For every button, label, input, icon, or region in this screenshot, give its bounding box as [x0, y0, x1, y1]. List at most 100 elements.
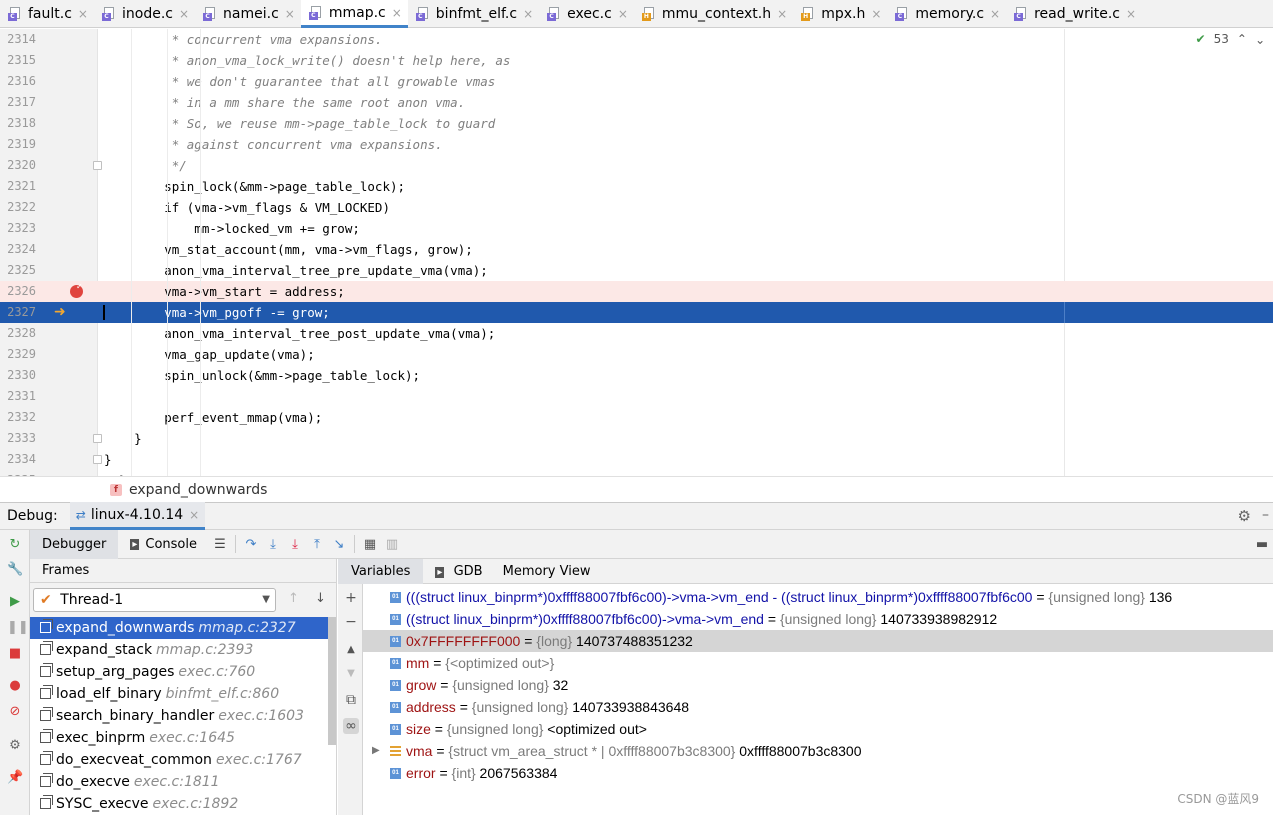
- line-number[interactable]: 2317: [0, 92, 36, 113]
- view-breakpoints-icon[interactable]: ●: [7, 678, 23, 694]
- line-number[interactable]: 2327: [0, 302, 36, 323]
- debug-session-tab[interactable]: ⇄ linux-4.10.14 ×: [69, 502, 206, 530]
- stack-frame[interactable]: do_execve exec.c:1811: [30, 771, 336, 793]
- line-number[interactable]: 2328: [0, 323, 36, 344]
- line-number[interactable]: 2334: [0, 449, 36, 470]
- tab-console[interactable]: ▸ Console: [118, 530, 209, 559]
- copy-icon[interactable]: ⧉: [343, 692, 359, 708]
- move-down-icon[interactable]: ▼: [343, 666, 359, 682]
- variable-row[interactable]: 01 address = {unsigned long} 140733938843…: [363, 696, 1273, 718]
- tab-namei-c[interactable]: Cnamei.c ×: [195, 0, 301, 28]
- line-number[interactable]: 2320: [0, 155, 36, 176]
- variable-row[interactable]: 01 0x7FFFFFFFF000 = {long} 14073748835123…: [363, 630, 1273, 652]
- code-line[interactable]: 2332 perf_event_mmap(vma);: [0, 407, 1273, 428]
- wrench-icon[interactable]: 🔧: [7, 562, 23, 578]
- stack-frame[interactable]: setup_arg_pages exec.c:760: [30, 661, 336, 683]
- restore-layout-icon[interactable]: ▬: [1251, 533, 1273, 555]
- pause-icon[interactable]: ❚❚: [7, 620, 29, 636]
- frame-up-icon[interactable]: ↑: [288, 591, 299, 606]
- step-into-icon[interactable]: ⤓: [262, 533, 284, 555]
- tab-binfmt-elf-c[interactable]: Cbinfmt_elf.c ×: [408, 0, 539, 28]
- code-line[interactable]: 2328 anon_vma_interval_tree_post_update_…: [0, 323, 1273, 344]
- code-line[interactable]: 2316 * we don't guarantee that all growa…: [0, 71, 1273, 92]
- line-number[interactable]: 2333: [0, 428, 36, 449]
- line-number[interactable]: 2315: [0, 50, 36, 71]
- thread-selector[interactable]: ✔ Thread-1 ▼: [33, 588, 276, 612]
- breakpoint-icon[interactable]: ✓: [70, 282, 83, 298]
- variable-row[interactable]: ▶ vma = {struct vm_area_struct * | 0xffff…: [363, 740, 1273, 762]
- add-watch-icon[interactable]: +: [343, 590, 359, 606]
- variable-row[interactable]: 01 size = {unsigned long} <optimized out>: [363, 718, 1273, 740]
- line-number[interactable]: 2318: [0, 113, 36, 134]
- tab-debugger[interactable]: Debugger: [30, 529, 119, 559]
- tab-inode-c[interactable]: Cinode.c ×: [94, 0, 195, 28]
- code-line[interactable]: 2323 mm->locked_vm += grow;: [0, 218, 1273, 239]
- tab-exec-c[interactable]: Cexec.c ×: [539, 0, 634, 28]
- variable-row[interactable]: 01 grow = {unsigned long} 32: [363, 674, 1273, 696]
- code-line[interactable]: 2330 spin_unlock(&mm->page_table_lock);: [0, 365, 1273, 386]
- line-number[interactable]: 2326: [0, 281, 36, 302]
- tab-mmap-c[interactable]: Cmmap.c ×: [300, 0, 408, 28]
- stack-frame[interactable]: exec_binprm exec.c:1645: [30, 727, 336, 749]
- close-icon[interactable]: ×: [179, 7, 189, 21]
- line-number[interactable]: 2325: [0, 260, 36, 281]
- settings-icon[interactable]: ⚙: [7, 738, 23, 754]
- close-icon[interactable]: ×: [871, 7, 881, 21]
- move-up-icon[interactable]: ▲: [343, 642, 359, 658]
- code-line[interactable]: 2327 ➜ vma->vm_pgoff -= grow;: [0, 302, 1273, 323]
- line-number[interactable]: 2324: [0, 239, 36, 260]
- stack-frame[interactable]: expand_downwards mmap.c:2327: [30, 617, 336, 639]
- line-number[interactable]: 2331: [0, 386, 36, 407]
- expand-arrow-icon[interactable]: ▶: [372, 740, 380, 762]
- tab-mmu-context-h[interactable]: Hmmu_context.h ×: [634, 0, 793, 28]
- breadcrumb-function[interactable]: expand_downwards: [129, 482, 267, 498]
- code-line[interactable]: 2324 vm_stat_account(mm, vma->vm_flags, …: [0, 239, 1273, 260]
- stop-icon[interactable]: ■: [7, 646, 23, 662]
- fold-marker-icon[interactable]: [93, 455, 102, 464]
- line-number[interactable]: 2323: [0, 218, 36, 239]
- code-line[interactable]: 2333 }: [0, 428, 1273, 449]
- variable-row[interactable]: 01 mm = {<optimized out>}: [363, 652, 1273, 674]
- code-line[interactable]: 2318 * So, we reuse mm->page_table_lock …: [0, 113, 1273, 134]
- stack-frame[interactable]: SYSC_execve exec.c:1892: [30, 793, 336, 815]
- pin-icon[interactable]: 📌: [7, 770, 23, 786]
- line-number[interactable]: 2322: [0, 197, 36, 218]
- chevron-down-icon[interactable]: ⌃: [1255, 32, 1265, 46]
- tab-memory-c[interactable]: Cmemory.c ×: [887, 0, 1006, 28]
- line-number[interactable]: 2319: [0, 134, 36, 155]
- line-number[interactable]: 2316: [0, 71, 36, 92]
- evaluate-expression-icon[interactable]: ▦: [359, 533, 381, 555]
- stack-frame[interactable]: expand_stack mmap.c:2393: [30, 639, 336, 661]
- line-number[interactable]: 2314: [0, 29, 36, 50]
- line-number[interactable]: 2332: [0, 407, 36, 428]
- tab-read-write-c[interactable]: Cread_write.c ×: [1006, 0, 1142, 28]
- inspection-widget[interactable]: ✔ 53 ⌃ ⌃: [1196, 32, 1265, 46]
- code-line[interactable]: 2325 anon_vma_interval_tree_pre_update_v…: [0, 260, 1273, 281]
- close-icon[interactable]: ×: [78, 7, 88, 21]
- layout-icon[interactable]: ▥: [381, 533, 403, 555]
- close-icon[interactable]: ×: [777, 7, 787, 21]
- close-icon[interactable]: ×: [1126, 7, 1136, 21]
- code-line[interactable]: 2317 * in a mm share the same root anon …: [0, 92, 1273, 113]
- resume-icon[interactable]: ▶: [7, 594, 23, 610]
- code-line[interactable]: 2322 if (vma->vm_flags & VM_LOCKED): [0, 197, 1273, 218]
- code-line[interactable]: 2334}: [0, 449, 1273, 470]
- stack-frame[interactable]: load_elf_binary binfmt_elf.c:860: [30, 683, 336, 705]
- close-icon[interactable]: ×: [618, 7, 628, 21]
- run-to-cursor-icon[interactable]: ↘: [328, 533, 350, 555]
- breadcrumb[interactable]: f expand_downwards: [0, 476, 1273, 502]
- frames-scrollbar[interactable]: [328, 617, 336, 745]
- chevron-up-icon[interactable]: ⌃: [1237, 32, 1247, 46]
- settings-gear-icon[interactable]: ⚙: [1238, 507, 1251, 525]
- variable-row[interactable]: 01 ((struct linux_binprm*)0xffff88007fbf6…: [363, 608, 1273, 630]
- code-line[interactable]: 2319 * against concurrent vma expansions…: [0, 134, 1273, 155]
- line-number[interactable]: 2330: [0, 365, 36, 386]
- rerun-icon[interactable]: ↻: [7, 537, 23, 553]
- menu-icon[interactable]: ☰: [209, 533, 231, 555]
- code-line[interactable]: 2314 * concurrent vma expansions.: [0, 29, 1273, 50]
- stack-frame[interactable]: do_execveat_common exec.c:1767: [30, 749, 336, 771]
- fold-marker-icon[interactable]: [93, 434, 102, 443]
- code-line[interactable]: 2331: [0, 386, 1273, 407]
- code-line[interactable]: 2320 */: [0, 155, 1273, 176]
- line-number[interactable]: 2329: [0, 344, 36, 365]
